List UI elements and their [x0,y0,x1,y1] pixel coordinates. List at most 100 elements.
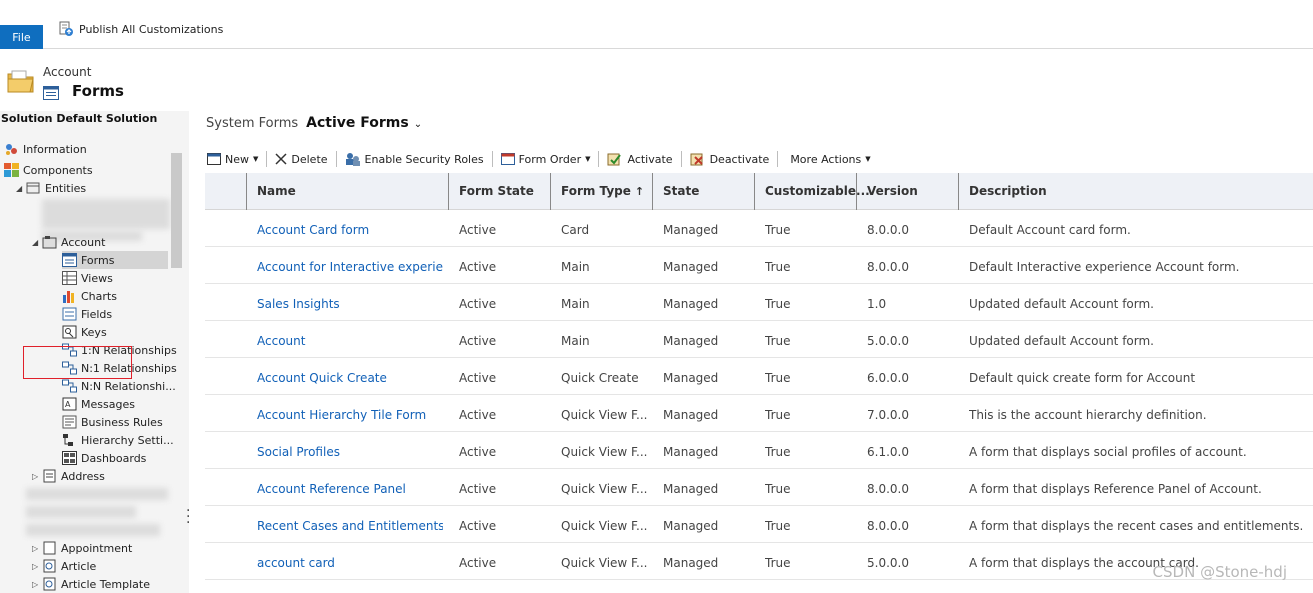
description-cell: Default Interactive experience Account f… [969,260,1240,274]
collapsed-arrow-icon[interactable]: ▷ [32,472,42,481]
sidebar-item-fields[interactable]: Fields [62,305,112,323]
version-cell: 8.0.0.0 [867,223,909,237]
sidebar-item-messages[interactable]: A Messages [62,395,135,413]
table-row[interactable]: Account Active Main Managed True 5.0.0.0… [205,321,1313,358]
delete-button[interactable]: Delete [273,151,337,167]
publish-all-button[interactable]: Publish All Customizations [58,20,223,38]
sidebar-item-nn-relationships[interactable]: N:N Relationshi... [62,377,176,395]
form-state-cell: Active [459,223,497,237]
caret-down-icon: ▼ [253,155,259,163]
form-name-link[interactable]: Social Profiles [257,432,443,469]
description-cell: Updated default Account form. [969,334,1154,348]
command-bar: New ▼ Delete Enable Security Roles Form O… [205,147,1313,171]
messages-icon: A [62,397,77,411]
new-icon [207,153,221,165]
table-row[interactable]: Recent Cases and Entitlements Active Qui… [205,506,1313,543]
solution-title: Solution Default Solution [1,112,158,125]
sidebar-item-business-rules[interactable]: Business Rules [62,413,163,431]
sidebar-item-keys[interactable]: Keys [62,323,107,341]
view-active-label[interactable]: Active Forms [306,115,409,131]
delete-icon [275,153,287,165]
collapsed-arrow-icon[interactable]: ▷ [32,562,42,571]
column-header-form-state[interactable]: Form State [448,173,550,210]
state-cell: Managed [663,519,719,533]
deactivate-button[interactable]: Deactivate [688,151,779,167]
form-name-link[interactable]: account card [257,543,443,580]
activate-button[interactable]: Activate [605,151,682,167]
sidebar-item-hierarchy-settings[interactable]: Hierarchy Setti... [62,431,174,449]
forms-icon [43,86,59,100]
description-cell: A form that displays social profiles of … [969,445,1247,459]
new-button[interactable]: New ▼ [205,151,268,167]
form-order-button[interactable]: Form Order ▼ [499,151,600,167]
form-name-link[interactable]: Sales Insights [257,284,443,321]
redacted-entities [26,488,168,500]
state-cell: Managed [663,260,719,274]
table-row[interactable]: Account Card form Active Card Managed Tr… [205,210,1313,247]
svg-text:A: A [65,400,71,409]
breadcrumb-entity[interactable]: Account [43,65,91,79]
version-cell: 6.1.0.0 [867,445,909,459]
table-row[interactable]: account card Active Quick View F... Mana… [205,543,1313,580]
pane-splitter-handle[interactable]: · · · [186,504,190,530]
sidebar-item-forms[interactable]: Forms [62,251,168,269]
sidebar-item-account[interactable]: ◢ Account [32,233,105,251]
sidebar-item-article-template[interactable]: ▷ Article Template [32,575,150,593]
redacted-entities [26,506,136,518]
form-name-link[interactable]: Account Reference Panel [257,469,443,506]
column-header-description[interactable]: Description [958,173,1313,210]
column-header-form-type[interactable]: Form Type ↑ [550,173,652,210]
expanded-arrow-icon[interactable]: ◢ [32,238,42,247]
view-selector[interactable]: System Forms Active Forms ⌄ [206,115,422,131]
table-row[interactable]: Account Quick Create Active Quick Create… [205,358,1313,395]
form-name-link[interactable]: Account Quick Create [257,358,443,395]
solution-explorer: Solution Default Solution Information Co… [0,111,189,593]
sidebar-item-dashboards[interactable]: Dashboards [62,449,146,467]
form-type-cell: Quick View F... [561,408,648,422]
more-actions-button[interactable]: More Actions ▼ [784,151,884,167]
table-row[interactable]: Account Hierarchy Tile Form Active Quick… [205,395,1313,432]
sidebar-item-address[interactable]: ▷ Address [32,467,105,485]
state-cell: Managed [663,408,719,422]
sidebar-item-views[interactable]: Views [62,269,113,287]
form-name-link[interactable]: Account for Interactive experie... [257,247,443,284]
version-cell: 8.0.0.0 [867,482,909,496]
file-button[interactable]: File [0,25,43,49]
column-header-customizable[interactable]: Customizable... [754,173,870,210]
description-cell: This is the account hierarchy definition… [969,408,1207,422]
sidebar-item-information[interactable]: Information [4,140,87,158]
collapsed-arrow-icon[interactable]: ▷ [32,580,42,589]
form-name-link[interactable]: Account Hierarchy Tile Form [257,395,443,432]
chevron-down-icon[interactable]: ⌄ [414,119,422,130]
form-name-link[interactable]: Account Card form [257,210,443,247]
security-roles-icon [345,153,360,166]
sidebar-item-entities[interactable]: ◢ Entities [16,179,86,197]
sidebar-item-appointment[interactable]: ▷ Appointment [32,539,132,557]
entity-icon [43,541,56,555]
column-header-name[interactable]: Name [246,173,448,210]
column-header-state[interactable]: State [652,173,754,210]
collapsed-arrow-icon[interactable]: ▷ [32,544,42,553]
dashboards-icon [62,451,77,465]
enable-security-roles-button[interactable]: Enable Security Roles [343,151,493,167]
activate-icon [607,153,622,166]
view-system-label: System Forms [206,116,299,131]
form-name-link[interactable]: Account [257,321,443,358]
business-rules-icon [62,415,77,429]
sidebar-item-components[interactable]: Components [4,161,93,179]
customizable-cell: True [765,519,791,533]
form-state-cell: Active [459,482,497,496]
folder-icon [7,70,34,93]
sidebar-item-article[interactable]: ▷ Article [32,557,96,575]
sidebar-item-charts[interactable]: Charts [62,287,117,305]
column-header-version[interactable]: Version [856,173,958,210]
table-row[interactable]: Account Reference Panel Active Quick Vie… [205,469,1313,506]
expanded-arrow-icon[interactable]: ◢ [16,184,26,193]
forms-icon [62,253,77,267]
table-row[interactable]: Sales Insights Active Main Managed True … [205,284,1313,321]
table-row[interactable]: Account for Interactive experie... Activ… [205,247,1313,284]
version-cell: 8.0.0.0 [867,260,909,274]
form-name-link[interactable]: Recent Cases and Entitlements [257,506,443,543]
table-row[interactable]: Social Profiles Active Quick View F... M… [205,432,1313,469]
sidebar-scrollbar[interactable] [171,153,182,268]
